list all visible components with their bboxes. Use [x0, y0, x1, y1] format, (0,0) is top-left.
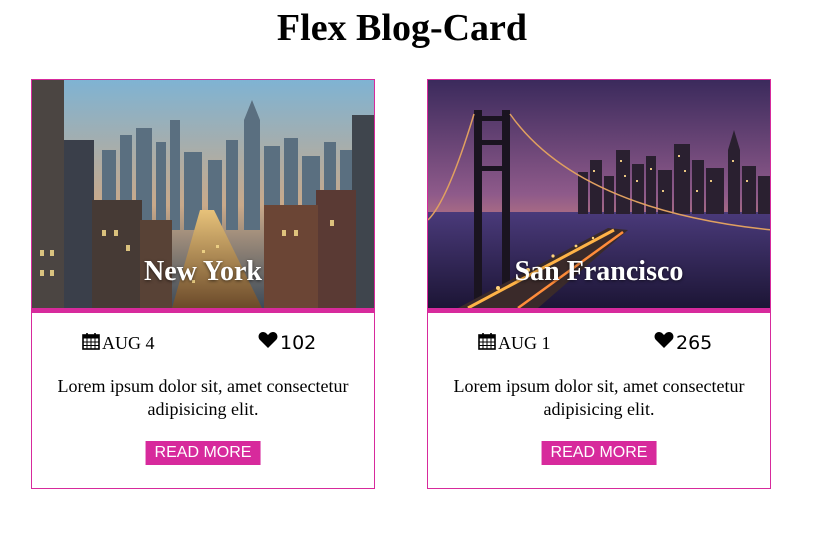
card-date-text: AUG 1: [498, 333, 551, 353]
blog-card-new-york: New York AUG 4 102 Lorem ipsum dolor sit…: [31, 79, 375, 489]
card-date: AUG 1: [478, 332, 551, 355]
card-likes: 102: [258, 331, 316, 354]
card-hero-image: San Francisco: [428, 80, 770, 313]
blog-card-san-francisco: San Francisco AUG 1 265 Lorem ipsum dolo…: [427, 79, 771, 489]
read-more-button[interactable]: READ MORE: [541, 441, 657, 465]
calendar-icon: [478, 332, 496, 355]
card-description: Lorem ipsum dolor sit, amet consectetur …: [57, 376, 349, 419]
card-date-text: AUG 4: [102, 333, 155, 353]
card-meta: AUG 1 265: [428, 313, 770, 363]
heart-icon: [258, 331, 278, 354]
card-hero-image: New York: [32, 80, 374, 313]
card-description: Lorem ipsum dolor sit, amet consectetur …: [453, 376, 745, 419]
card-city-title: San Francisco: [514, 256, 684, 287]
page-title: Flex Blog-Card: [276, 7, 528, 49]
card-date: AUG 4: [82, 332, 155, 355]
read-more-button[interactable]: READ MORE: [145, 441, 261, 465]
card-meta: AUG 4 102: [32, 313, 374, 363]
heart-icon: [654, 331, 674, 354]
card-likes: 265: [654, 331, 712, 354]
calendar-icon: [82, 332, 100, 355]
card-city-title: New York: [144, 256, 262, 287]
card-likes-count: 102: [280, 331, 317, 354]
card-likes-count: 265: [676, 331, 713, 354]
